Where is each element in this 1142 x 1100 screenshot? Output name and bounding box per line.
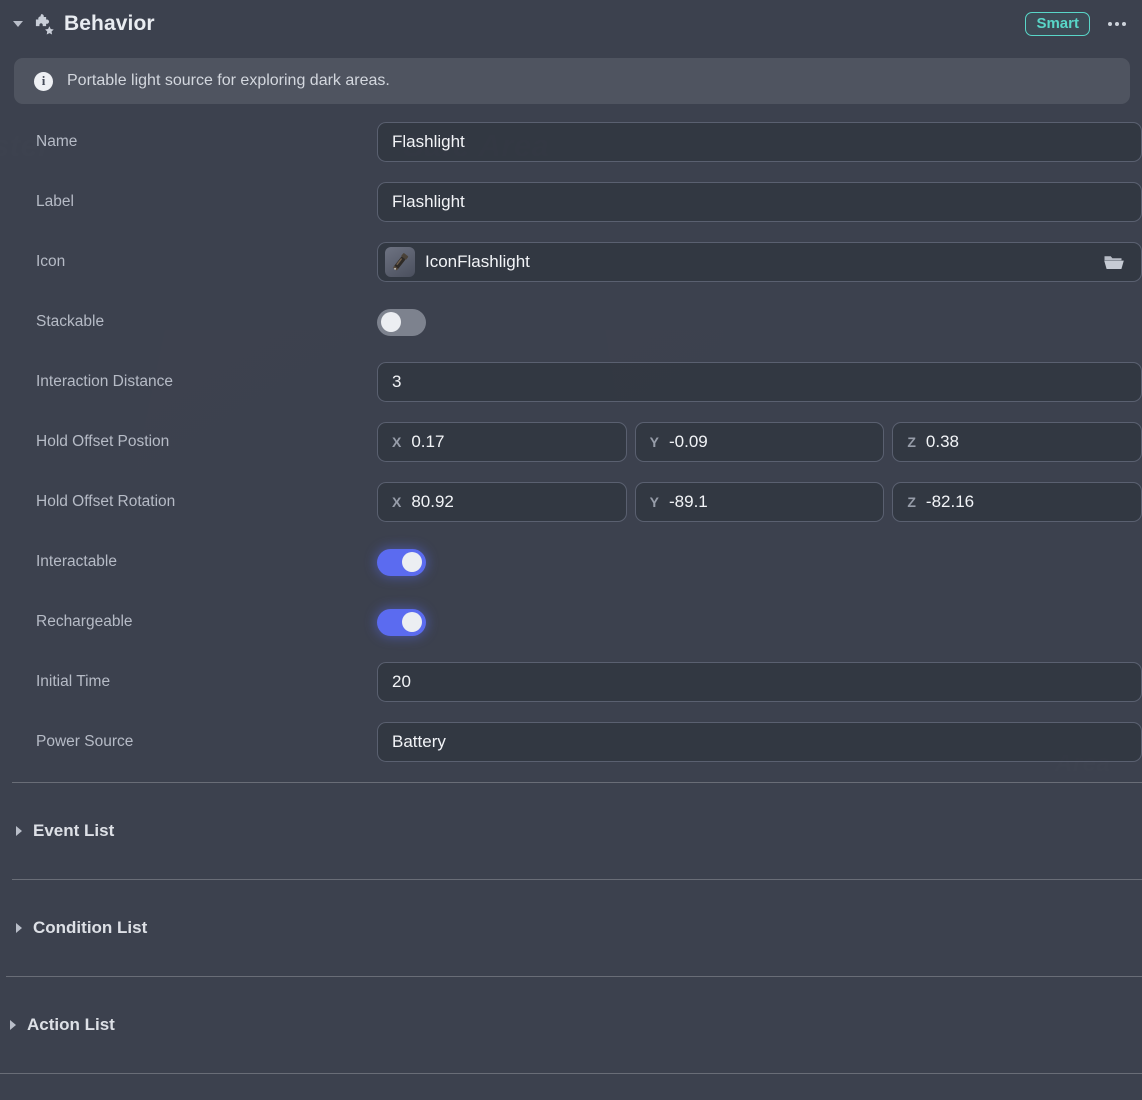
property-row-icon: Icon IconFlashlight [0, 232, 1142, 292]
property-row-interactable: Interactable [0, 532, 1142, 592]
status-badge[interactable]: Smart [1025, 12, 1090, 36]
property-row-stackable: Stackable [0, 292, 1142, 352]
page-title: Behavior [64, 12, 155, 35]
property-field: X 80.92 Y -89.1 Z -82.16 [377, 482, 1142, 522]
hold-offset-rotation-y-input[interactable]: Y -89.1 [634, 482, 885, 522]
section-header[interactable]: Event List [16, 821, 114, 841]
hold-offset-position-z-input[interactable]: Z 0.38 [892, 422, 1142, 462]
section-header[interactable]: Condition List [16, 918, 147, 938]
behavior-inspector-panel: Behavior Smart i Portable light source f… [0, 0, 1142, 1100]
vector3-input: X 0.17 Y -0.09 Z 0.38 [377, 422, 1142, 462]
property-row-rechargeable: Rechargeable [0, 592, 1142, 652]
section-title: Event List [33, 821, 115, 840]
property-label: Hold Offset Postion [36, 433, 170, 450]
property-row-name: Name Flashlight [0, 112, 1142, 172]
property-list: Name Flashlight Label Flashlight Icon Ic… [0, 104, 1142, 772]
chevron-right-icon [16, 826, 22, 836]
axis-label-y: Y [649, 434, 660, 450]
section-title: Action List [27, 1015, 115, 1034]
axis-value-x: 0.17 [411, 432, 445, 451]
header-actions: Smart [1025, 12, 1128, 36]
property-row-initial-time: Initial Time 20 [0, 652, 1142, 712]
property-row-label: Label Flashlight [0, 172, 1142, 232]
initial-time-input[interactable]: 20 [377, 662, 1142, 702]
section-action-list[interactable]: Action List [0, 977, 1142, 1073]
property-label: Stackable [36, 313, 105, 330]
axis-label-z: Z [907, 434, 916, 450]
rechargeable-toggle[interactable] [377, 608, 426, 636]
property-label: Name [36, 133, 78, 150]
property-field: IconFlashlight [377, 242, 1142, 282]
flashlight-thumbnail-icon [385, 247, 415, 277]
stackable-toggle[interactable] [377, 308, 426, 336]
hold-offset-position-x-input[interactable]: X 0.17 [377, 422, 627, 462]
property-field [377, 608, 1142, 636]
property-field: Flashlight [377, 122, 1142, 162]
chevron-right-icon [16, 923, 22, 933]
info-icon: i [34, 71, 53, 91]
icon-asset-name: IconFlashlight [425, 252, 530, 271]
property-field: Flashlight [377, 182, 1142, 222]
property-field: X 0.17 Y -0.09 Z 0.38 [377, 422, 1142, 462]
chevron-right-icon [10, 1020, 16, 1030]
section-condition-list[interactable]: Condition List [0, 880, 1142, 976]
info-banner: i Portable light source for exploring da… [14, 58, 1130, 104]
hold-offset-position-y-input[interactable]: Y -0.09 [634, 422, 885, 462]
axis-value-y: -89.1 [669, 492, 708, 511]
property-row-interaction-distance: Interaction Distance 3 [0, 352, 1142, 412]
property-label: Label [36, 193, 74, 210]
puzzle-star-icon [35, 14, 54, 35]
property-field: 3 [377, 362, 1142, 402]
property-label: Icon [36, 253, 66, 270]
axis-value-x: 80.92 [411, 492, 454, 511]
ellipsis-icon[interactable] [1106, 16, 1128, 32]
folder-icon[interactable] [1099, 248, 1129, 276]
hold-offset-rotation-z-input[interactable]: Z -82.16 [892, 482, 1142, 522]
axis-value-z: 0.38 [925, 432, 959, 451]
interactable-toggle[interactable] [377, 548, 426, 576]
chevron-down-icon[interactable] [10, 16, 26, 32]
axis-value-z: -82.16 [925, 492, 975, 511]
property-row-hold-offset-position: Hold Offset Postion X 0.17 Y -0.09 Z 0.3… [0, 412, 1142, 472]
section-header[interactable]: Action List [10, 1015, 115, 1035]
property-label: Interactable [36, 553, 117, 570]
interaction-distance-input[interactable]: 3 [377, 362, 1142, 402]
section-title: Condition List [33, 918, 148, 937]
axis-label-y: Y [649, 494, 660, 510]
section-event-list[interactable]: Event List [0, 783, 1142, 879]
property-row-power-source: Power Source Battery [0, 712, 1142, 772]
property-label: Power Source [36, 733, 134, 750]
divider [0, 1073, 1142, 1074]
property-label: Rechargeable [36, 613, 133, 630]
property-field [377, 548, 1142, 576]
property-label: Hold Offset Rotation [36, 493, 176, 510]
axis-label-z: Z [907, 494, 916, 510]
name-input[interactable]: Flashlight [377, 122, 1142, 162]
vector3-input: X 80.92 Y -89.1 Z -82.16 [377, 482, 1142, 522]
property-field: 20 [377, 662, 1142, 702]
axis-label-x: X [392, 494, 402, 510]
hold-offset-rotation-x-input[interactable]: X 80.92 [377, 482, 627, 522]
icon-asset-picker[interactable]: IconFlashlight [377, 242, 1142, 282]
property-field: Battery [377, 722, 1142, 762]
axis-label-x: X [392, 434, 402, 450]
property-label: Interaction Distance [36, 373, 173, 390]
label-input[interactable]: Flashlight [377, 182, 1142, 222]
property-field [377, 308, 1142, 336]
power-source-input[interactable]: Battery [377, 722, 1142, 762]
info-banner-text: Portable light source for exploring dark… [67, 72, 390, 89]
axis-value-y: -0.09 [669, 432, 708, 451]
property-row-hold-offset-rotation: Hold Offset Rotation X 80.92 Y -89.1 Z -… [0, 472, 1142, 532]
panel-header: Behavior Smart [0, 0, 1142, 48]
property-label: Initial Time [36, 673, 111, 690]
